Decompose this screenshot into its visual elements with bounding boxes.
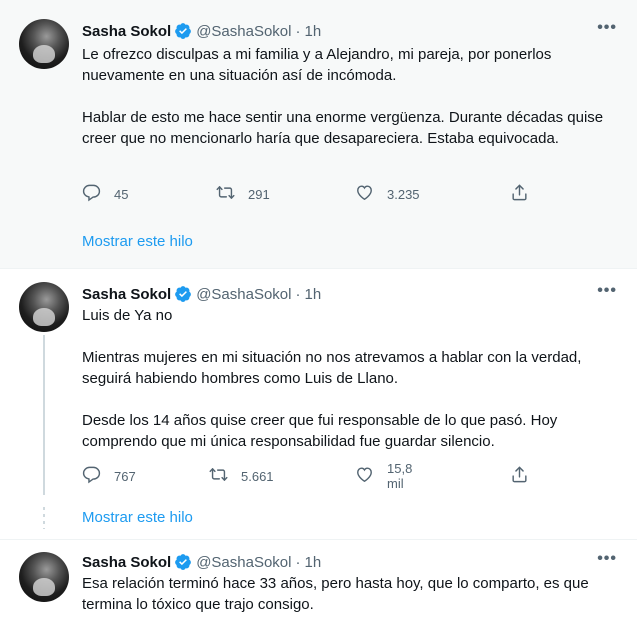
reply-count: 767 — [114, 468, 136, 484]
retweet-button[interactable]: 291 — [216, 183, 270, 205]
show-thread-link[interactable]: Mostrar este hilo — [82, 233, 193, 250]
author-name[interactable]: Sasha Sokol — [82, 23, 171, 40]
heart-icon — [355, 465, 374, 487]
like-button[interactable]: 3.235 — [355, 183, 420, 205]
share-button[interactable] — [510, 183, 529, 205]
share-icon — [510, 465, 529, 487]
tweet[interactable]: Sasha Sokol @SashaSokol · 1h ••• Esa rel… — [0, 540, 637, 622]
like-count: 3.235 — [387, 186, 420, 202]
author-name[interactable]: Sasha Sokol — [82, 286, 171, 303]
retweet-button[interactable]: 5.661 — [209, 465, 274, 487]
thread-dotted-connector — [43, 507, 45, 529]
like-count: 15,8 mil — [387, 461, 413, 491]
tweet[interactable]: Sasha Sokol @SashaSokol · 1h ••• Le ofre… — [0, 0, 637, 269]
tweet-text: Esa relación terminó hace 33 años, pero … — [82, 573, 607, 615]
author-handle[interactable]: @SashaSokol — [196, 554, 291, 571]
tweet-header: Sasha Sokol @SashaSokol · 1h ••• — [82, 550, 617, 572]
share-icon — [510, 183, 529, 205]
reply-button[interactable]: 45 — [82, 183, 128, 205]
more-options-icon[interactable]: ••• — [597, 19, 617, 37]
timestamp[interactable]: 1h — [304, 23, 321, 40]
more-options-icon[interactable]: ••• — [597, 282, 617, 300]
verified-badge-icon — [174, 22, 192, 40]
tweet-text: Luis de Ya no Mientras mujeres en mi sit… — [82, 305, 607, 452]
heart-icon — [355, 183, 374, 205]
retweet-icon — [209, 465, 228, 487]
retweet-icon — [216, 183, 235, 205]
verified-badge-icon — [174, 285, 192, 303]
separator: · — [295, 22, 301, 40]
like-button[interactable]: 15,8 mil — [355, 461, 412, 491]
show-thread-link[interactable]: Mostrar este hilo — [82, 509, 193, 526]
author-handle[interactable]: @SashaSokol — [196, 286, 291, 303]
timestamp[interactable]: 1h — [304, 554, 321, 571]
reply-button[interactable]: 767 — [82, 465, 136, 487]
tweet-paragraph: Desde los 14 años quise creer que fui re… — [82, 412, 558, 450]
timestamp[interactable]: 1h — [304, 286, 321, 303]
retweet-count: 5.661 — [241, 468, 274, 484]
share-button[interactable] — [510, 465, 529, 487]
reply-count: 45 — [114, 186, 129, 202]
verified-badge-icon — [174, 553, 192, 571]
tweet-text: Le ofrezco disculpas a mi familia y a Al… — [82, 44, 607, 149]
tweet-paragraph: Luis de Ya no — [82, 307, 173, 324]
tweet-paragraph: Esa relación terminó hace 33 años, pero … — [82, 575, 589, 613]
avatar[interactable] — [19, 282, 69, 332]
author-handle[interactable]: @SashaSokol — [196, 23, 291, 40]
separator: · — [295, 285, 301, 303]
thread-connector-line — [43, 335, 45, 495]
tweet-header: Sasha Sokol @SashaSokol · 1h ••• — [82, 19, 617, 41]
tweet-header: Sasha Sokol @SashaSokol · 1h ••• — [82, 282, 617, 304]
retweet-count: 291 — [248, 186, 270, 202]
more-options-icon[interactable]: ••• — [597, 550, 617, 568]
tweet-paragraph: Le ofrezco disculpas a mi familia y a Al… — [82, 46, 552, 84]
tweet[interactable]: Sasha Sokol @SashaSokol · 1h ••• Luis de… — [0, 269, 637, 540]
tweet-paragraph: Mientras mujeres en mi situación no nos … — [82, 349, 582, 387]
reply-icon — [82, 183, 101, 205]
avatar[interactable] — [19, 552, 69, 602]
avatar[interactable] — [19, 19, 69, 69]
author-name[interactable]: Sasha Sokol — [82, 554, 171, 571]
reply-icon — [82, 465, 101, 487]
separator: · — [295, 553, 301, 571]
tweet-paragraph: Hablar de esto me hace sentir una enorme… — [82, 109, 604, 147]
